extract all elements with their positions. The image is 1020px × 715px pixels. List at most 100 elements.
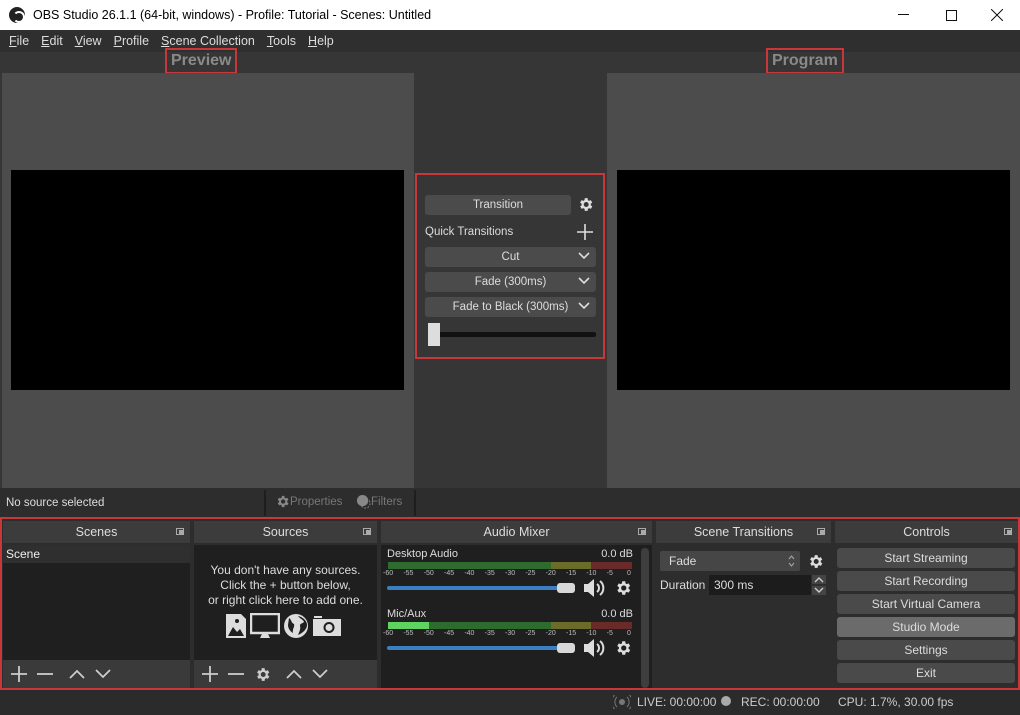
remove-source-icon[interactable] xyxy=(226,664,246,684)
filters-button[interactable]: Filters xyxy=(356,494,402,509)
program-label: Program xyxy=(766,48,844,74)
start-virtual-camera-button[interactable]: Start Virtual Camera xyxy=(837,594,1015,614)
meter-segment xyxy=(550,562,592,569)
speaker-icon[interactable] xyxy=(583,578,607,598)
add-source-icon[interactable] xyxy=(200,664,220,684)
transition-select-value: Fade xyxy=(669,554,697,568)
quick-transition-fade[interactable]: Fade (300ms) xyxy=(425,272,596,292)
meter-scale-label: -5 xyxy=(606,630,613,637)
transition-properties-gear-icon[interactable] xyxy=(807,553,824,570)
add-quick-transition-icon[interactable] xyxy=(577,224,593,240)
meter-scale-label: -40 xyxy=(464,570,475,577)
updown-icon xyxy=(788,555,795,567)
sources-title-text: Sources xyxy=(262,525,309,539)
source-properties-gear-icon[interactable] xyxy=(252,664,272,684)
sources-list[interactable]: You don't have any sources. Click the + … xyxy=(194,545,377,688)
scenes-dock-title: Scenes xyxy=(3,521,190,543)
move-scene-up-icon[interactable] xyxy=(67,664,87,684)
audio-settings-gear-icon[interactable] xyxy=(614,579,632,597)
volume-meter xyxy=(388,622,632,629)
speaker-icon[interactable] xyxy=(583,638,607,658)
rec-indicator-icon xyxy=(721,696,731,706)
menu-help[interactable]: Help xyxy=(308,34,334,48)
float-dock-icon[interactable] xyxy=(1004,528,1012,535)
meter-scale-label: -20 xyxy=(545,630,556,637)
program-video xyxy=(617,170,1010,390)
scenes-list[interactable]: Scene xyxy=(3,545,190,688)
volume-slider[interactable] xyxy=(387,586,567,590)
rec-timer: REC: 00:00:00 xyxy=(741,695,820,709)
studio-mode-button[interactable]: Studio Mode xyxy=(837,617,1015,637)
transition-panel: Transition Quick Transitions Cut Fade (3… xyxy=(415,173,605,359)
meter-scale-label: -35 xyxy=(484,570,495,577)
controls-dock-title: Controls xyxy=(835,521,1018,543)
quick-transition-label: Fade to Black (300ms) xyxy=(452,301,569,313)
transition-gear-icon[interactable] xyxy=(577,196,594,213)
meter-scale-label: -60 xyxy=(383,630,394,637)
duration-stepper-icon[interactable] xyxy=(812,575,826,595)
cpu-fps: CPU: 1.7%, 30.00 fps xyxy=(838,695,954,709)
settings-button[interactable]: Settings xyxy=(837,640,1015,660)
menu-profile[interactable]: Profile xyxy=(114,34,149,48)
properties-label: Properties xyxy=(290,495,343,508)
add-scene-icon[interactable] xyxy=(9,664,29,684)
filters-icon xyxy=(356,494,371,509)
volume-slider-handle[interactable] xyxy=(557,583,575,593)
menu-scene-collection[interactable]: Scene Collection xyxy=(161,34,255,48)
float-dock-icon[interactable] xyxy=(817,528,825,535)
menu-file[interactable]: File xyxy=(9,34,29,48)
close-button[interactable] xyxy=(974,0,1020,30)
minimize-button[interactable] xyxy=(880,0,926,30)
float-dock-icon[interactable] xyxy=(363,528,371,535)
tbar-handle[interactable] xyxy=(428,323,440,346)
meter-scale-label: -45 xyxy=(444,630,455,637)
properties-button[interactable]: Properties xyxy=(275,494,342,509)
meter-segment xyxy=(550,622,592,629)
title-bar: OBS Studio 26.1.1 (64-bit, windows) - Pr… xyxy=(0,0,1020,30)
scene-transitions-dock: Scene Transitions Fade Duration 300 ms xyxy=(656,521,831,688)
window-title: OBS Studio 26.1.1 (64-bit, windows) - Pr… xyxy=(33,8,432,22)
menu-view[interactable]: View xyxy=(75,34,102,48)
scene-item[interactable]: Scene xyxy=(3,545,190,563)
menu-tools[interactable]: Tools xyxy=(267,34,296,48)
live-timer: LIVE: 00:00:00 xyxy=(637,695,717,709)
quick-transition-cut[interactable]: Cut xyxy=(425,247,596,267)
scene-transitions-body: Fade Duration 300 ms xyxy=(656,545,831,688)
audio-channel: Mic/Aux 0.0 dB -60 -55 -50 -45 -40 -35 -30 -25 -20… xyxy=(381,608,641,666)
start-recording-button[interactable]: Start Recording xyxy=(837,571,1015,591)
duration-label: Duration xyxy=(660,578,706,592)
menu-edit[interactable]: Edit xyxy=(41,34,63,48)
meter-scale-label: -35 xyxy=(484,630,495,637)
move-source-down-icon[interactable] xyxy=(310,664,330,684)
chevron-down-icon[interactable] xyxy=(578,277,590,285)
remove-scene-icon[interactable] xyxy=(35,664,55,684)
chevron-down-icon[interactable] xyxy=(578,252,590,260)
float-dock-icon[interactable] xyxy=(176,528,184,535)
preview-video[interactable] xyxy=(11,170,404,390)
transition-select[interactable]: Fade xyxy=(660,551,800,571)
empty-sources-line: You don't have any sources. xyxy=(210,563,361,577)
audio-settings-gear-icon[interactable] xyxy=(614,639,632,657)
transition-button[interactable]: Transition xyxy=(425,195,571,215)
channel-db: 0.0 dB xyxy=(601,608,633,620)
browser-source-icon xyxy=(284,614,308,638)
sources-dock: Sources You don't have any sources. Clic… xyxy=(194,521,377,688)
quick-transition-fade-to-black[interactable]: Fade to Black (300ms) xyxy=(425,297,596,317)
mixer-scrollbar[interactable] xyxy=(641,548,649,688)
volume-slider[interactable] xyxy=(387,646,567,650)
meter-scale-label: 0 xyxy=(627,630,631,637)
tbar-track[interactable] xyxy=(437,332,596,337)
start-streaming-button[interactable]: Start Streaming xyxy=(837,548,1015,568)
volume-slider-handle[interactable] xyxy=(557,643,575,653)
duration-input[interactable]: 300 ms xyxy=(709,575,811,595)
move-source-up-icon[interactable] xyxy=(284,664,304,684)
chevron-down-icon[interactable] xyxy=(578,302,590,310)
sources-toolbar xyxy=(194,660,377,688)
empty-sources-line: or right click here to add one. xyxy=(208,593,363,607)
preview-pane[interactable] xyxy=(2,73,414,488)
sources-dock-title: Sources xyxy=(194,521,377,543)
maximize-button[interactable] xyxy=(928,0,974,30)
exit-button[interactable]: Exit xyxy=(837,663,1015,683)
float-dock-icon[interactable] xyxy=(638,528,646,535)
move-scene-down-icon[interactable] xyxy=(93,664,113,684)
